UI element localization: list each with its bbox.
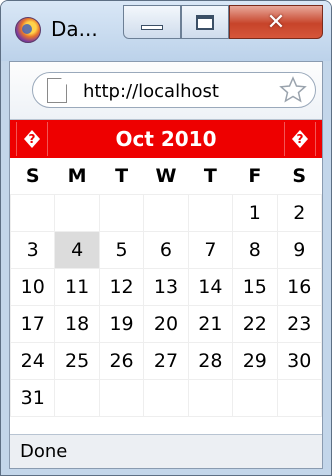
calendar-empty-cell — [276, 378, 323, 417]
url-field[interactable]: http://localhost — [32, 72, 316, 108]
calendar-day-cell[interactable]: 3 — [9, 230, 56, 269]
calendar-day-cell[interactable]: 8 — [232, 230, 278, 269]
next-month-button[interactable]: ? — [284, 122, 316, 156]
weekday-header: M — [67, 164, 87, 187]
weekday-row: S M T W T F S — [11, 158, 322, 194]
calendar-empty-cell — [143, 378, 189, 417]
minimize-icon — [141, 24, 163, 30]
maximize-icon — [196, 14, 214, 30]
weekday-header: S — [25, 164, 40, 187]
calendar-day-cell[interactable]: 10 — [9, 267, 56, 306]
window-title: Da... — [51, 17, 98, 41]
bookmark-star-icon[interactable] — [279, 76, 307, 104]
calendar-day-cell[interactable]: 16 — [276, 267, 323, 306]
url-text[interactable]: http://localhost — [83, 81, 219, 102]
calendar-days: 1 2 3 4 5 6 7 8 9 10 11 12 13 14 15 16 17 18 19 20 21 22 23 24 2… — [9, 193, 323, 417]
calendar-day-cell[interactable]: 17 — [9, 304, 56, 343]
browser-window: Da... ✕ http://localhost ? Oct 2010 ? S … — [0, 0, 332, 476]
calendar-empty-cell — [9, 193, 56, 232]
calendar-week-row: 17 18 19 20 21 22 23 — [9, 304, 323, 343]
title-bar[interactable]: Da... ✕ — [1, 1, 331, 61]
calendar-week-row: 31 — [9, 378, 323, 417]
calendar-empty-cell — [143, 193, 189, 232]
weekday-header: W — [155, 164, 177, 187]
calendar-day-cell[interactable]: 5 — [98, 230, 145, 269]
firefox-icon — [15, 17, 41, 43]
weekday-header: T — [203, 164, 217, 187]
weekday-header: F — [248, 164, 262, 187]
calendar-day-cell[interactable]: 19 — [98, 304, 145, 343]
calendar-day-cell[interactable]: 30 — [276, 341, 323, 380]
calendar-empty-cell — [98, 378, 145, 417]
calendar-day-cell[interactable]: 6 — [143, 230, 189, 269]
calendar-empty-cell — [54, 193, 100, 232]
calendar-day-cell[interactable]: 2 — [276, 193, 323, 232]
weekday-header: T — [115, 164, 129, 187]
calendar-day-cell[interactable]: 4 — [54, 230, 100, 269]
maximize-button[interactable] — [181, 5, 229, 39]
calendar-empty-cell — [187, 378, 234, 417]
calendar-day-cell[interactable]: 11 — [54, 267, 100, 306]
calendar-day-cell[interactable]: 9 — [276, 230, 323, 269]
calendar-day-cell[interactable]: 14 — [187, 267, 234, 306]
calendar-day-cell[interactable]: 21 — [187, 304, 234, 343]
calendar-day-cell[interactable]: 31 — [9, 378, 56, 417]
close-icon: ✕ — [266, 9, 286, 35]
calendar-day-cell[interactable]: 23 — [276, 304, 323, 343]
calendar-empty-cell — [187, 193, 234, 232]
month-label: Oct 2010 — [115, 127, 217, 151]
calendar-week-row: 12 — [9, 193, 323, 232]
calendar-day-cell[interactable]: 13 — [143, 267, 189, 306]
calendar-widget: ? Oct 2010 ? S M T W T F S 1 2 3 4 5 6 7… — [9, 120, 323, 417]
calendar-day-cell[interactable]: 26 — [98, 341, 145, 380]
calendar-day-cell[interactable]: 27 — [143, 341, 189, 380]
calendar-header: ? Oct 2010 ? — [10, 120, 322, 158]
prev-month-icon: ? — [24, 130, 40, 148]
weekday-header: S — [292, 164, 307, 187]
next-month-icon: ? — [292, 130, 308, 148]
calendar-day-cell[interactable]: 20 — [143, 304, 189, 343]
status-text: Done — [20, 441, 68, 462]
status-bar: Done — [10, 434, 322, 468]
calendar-week-row: 10 11 12 13 14 15 16 — [9, 267, 323, 306]
calendar-empty-cell — [98, 193, 145, 232]
browser-content-frame: http://localhost ? Oct 2010 ? S M T W T … — [9, 61, 323, 469]
address-bar: http://localhost — [10, 62, 322, 120]
calendar-empty-cell — [232, 378, 278, 417]
calendar-week-row: 24 25 26 27 28 29 30 — [9, 341, 323, 380]
calendar-day-cell[interactable]: 12 — [98, 267, 145, 306]
minimize-button[interactable] — [123, 5, 181, 39]
calendar-day-cell[interactable]: 25 — [54, 341, 100, 380]
prev-month-button[interactable]: ? — [16, 122, 48, 156]
calendar-empty-cell — [54, 378, 100, 417]
calendar-day-cell[interactable]: 18 — [54, 304, 100, 343]
calendar-day-cell[interactable]: 15 — [232, 267, 278, 306]
calendar-grid: S M T W T F S 1 2 3 4 5 6 7 8 9 10 11 12 13 14 15 16 17 1… — [9, 158, 323, 417]
calendar-day-cell[interactable]: 29 — [232, 341, 278, 380]
calendar-day-cell[interactable]: 1 — [232, 193, 278, 232]
calendar-day-cell[interactable]: 24 — [9, 341, 56, 380]
calendar-day-cell[interactable]: 7 — [187, 230, 234, 269]
calendar-week-row: 3456789 — [9, 230, 323, 269]
page-icon — [47, 78, 67, 103]
close-button[interactable]: ✕ — [229, 5, 323, 39]
calendar-day-cell[interactable]: 22 — [232, 304, 278, 343]
calendar-day-cell[interactable]: 28 — [187, 341, 234, 380]
